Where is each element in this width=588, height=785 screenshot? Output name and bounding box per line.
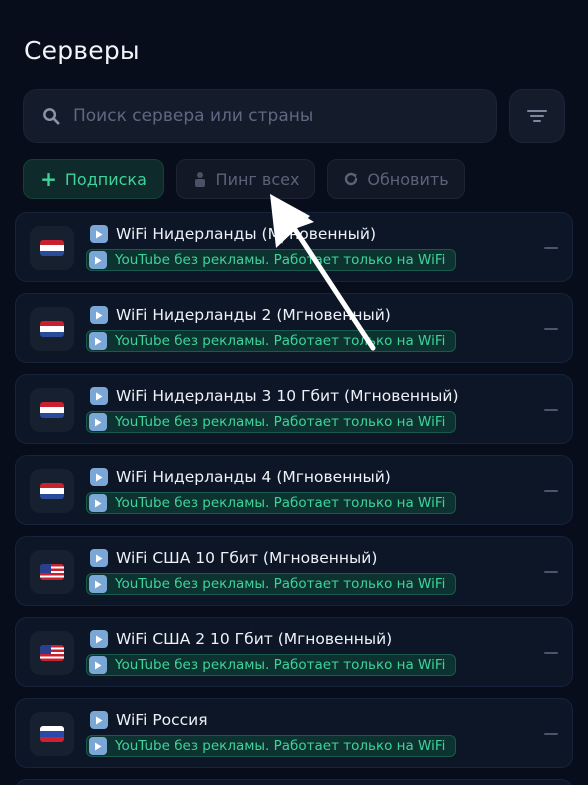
server-tag: YouTube без рекламы. Работает только на …: [86, 654, 457, 676]
usa-flag-icon: [40, 564, 64, 580]
search-input[interactable]: [73, 106, 473, 126]
server-tag-text: YouTube без рекламы. Работает только на …: [115, 576, 446, 592]
usa-flag-icon: [40, 645, 64, 661]
netherlands-flag-icon: [40, 402, 64, 418]
play-button-icon: [89, 737, 107, 755]
play-button-icon: [90, 306, 108, 324]
ping-placeholder-dash: [544, 409, 558, 411]
play-button-icon: [89, 251, 107, 269]
flag-container: [30, 388, 74, 432]
russia-flag-icon: [40, 726, 64, 742]
server-name-row: WiFi Нидерланды (Мгновенный): [90, 225, 376, 243]
server-card-partial[interactable]: [15, 779, 573, 785]
play-button-icon: [90, 225, 108, 243]
server-card[interactable]: WiFi Россия YouTube без рекламы. Работае…: [15, 698, 573, 768]
refresh-label: Обновить: [367, 169, 449, 189]
ping-placeholder-dash: [544, 328, 558, 330]
flag-container: [30, 550, 74, 594]
flag-container: [30, 631, 74, 675]
netherlands-flag-icon: [40, 240, 64, 256]
play-button-icon: [90, 387, 108, 405]
server-tag-text: YouTube без рекламы. Работает только на …: [115, 738, 446, 754]
server-card[interactable]: WiFi Нидерланды (Мгновенный) YouTube без…: [15, 212, 573, 282]
play-button-icon: [90, 549, 108, 567]
server-card[interactable]: WiFi Нидерланды 2 (Мгновенный) YouTube б…: [15, 293, 573, 363]
server-name: WiFi Нидерланды 2 (Мгновенный): [116, 306, 391, 324]
flag-container: [30, 307, 74, 351]
play-button-icon: [89, 575, 107, 593]
ping-all-label: Пинг всех: [215, 169, 300, 189]
server-name: WiFi Нидерланды (Мгновенный): [116, 225, 377, 243]
play-button-icon: [89, 656, 107, 674]
search-icon: [43, 107, 60, 124]
ping-icon: [194, 172, 205, 187]
ping-placeholder-dash: [544, 490, 558, 492]
play-button-icon: [89, 413, 107, 431]
server-tag: YouTube без рекламы. Работает только на …: [86, 330, 457, 352]
server-name-row: WiFi Нидерланды 2 (Мгновенный): [90, 306, 391, 324]
server-card[interactable]: WiFi Нидерланды 3 10 Гбит (Мгновенный) Y…: [15, 374, 573, 444]
flag-container: [30, 226, 74, 270]
ping-all-button[interactable]: Пинг всех: [176, 159, 315, 199]
server-tag: YouTube без рекламы. Работает только на …: [86, 573, 457, 595]
server-name: WiFi Россия: [116, 711, 208, 729]
server-name-row: WiFi Нидерланды 4 (Мгновенный): [90, 468, 391, 486]
search-bar[interactable]: [23, 89, 497, 143]
server-tag: YouTube без рекламы. Работает только на …: [86, 411, 457, 433]
play-button-icon: [90, 630, 108, 648]
server-tag: YouTube без рекламы. Работает только на …: [86, 249, 457, 271]
plus-icon: +: [40, 167, 57, 191]
subscription-label: Подписка: [64, 169, 147, 189]
server-name: WiFi США 2 10 Гбит (Мгновенный): [116, 630, 393, 648]
server-tag-text: YouTube без рекламы. Работает только на …: [115, 252, 446, 268]
ping-placeholder-dash: [544, 652, 558, 654]
filter-lines-icon: [527, 110, 547, 122]
server-card[interactable]: WiFi США 10 Гбит (Мгновенный) YouTube бе…: [15, 536, 573, 606]
netherlands-flag-icon: [40, 321, 64, 337]
server-tag: YouTube без рекламы. Работает только на …: [86, 735, 457, 757]
filter-button[interactable]: [509, 89, 565, 143]
server-name-row: WiFi Россия: [90, 711, 208, 729]
server-name-row: WiFi США 2 10 Гбит (Мгновенный): [90, 630, 392, 648]
flag-container: [30, 712, 74, 756]
refresh-icon: [345, 172, 358, 186]
ping-placeholder-dash: [544, 247, 558, 249]
play-button-icon: [90, 711, 108, 729]
ping-placeholder-dash: [544, 571, 558, 573]
server-tag-text: YouTube без рекламы. Работает только на …: [115, 657, 446, 673]
server-card[interactable]: WiFi Нидерланды 4 (Мгновенный) YouTube б…: [15, 455, 573, 525]
server-card[interactable]: WiFi США 2 10 Гбит (Мгновенный) YouTube …: [15, 617, 573, 687]
server-tag-text: YouTube без рекламы. Работает только на …: [115, 414, 446, 430]
server-tag: YouTube без рекламы. Работает только на …: [86, 492, 457, 514]
play-button-icon: [90, 468, 108, 486]
server-tag-text: YouTube без рекламы. Работает только на …: [115, 495, 446, 511]
server-name-row: WiFi США 10 Гбит (Мгновенный): [90, 549, 377, 567]
page-title: Серверы: [24, 36, 140, 65]
server-name: WiFi Нидерланды 4 (Мгновенный): [116, 468, 391, 486]
play-button-icon: [89, 332, 107, 350]
server-name: WiFi Нидерланды 3 10 Гбит (Мгновенный): [116, 387, 459, 405]
play-button-icon: [89, 494, 107, 512]
server-tag-text: YouTube без рекламы. Работает только на …: [115, 333, 446, 349]
server-name: WiFi США 10 Гбит (Мгновенный): [116, 549, 378, 567]
flag-container: [30, 469, 74, 513]
refresh-button[interactable]: Обновить: [327, 159, 465, 199]
server-name-row: WiFi Нидерланды 3 10 Гбит (Мгновенный): [90, 387, 459, 405]
netherlands-flag-icon: [40, 483, 64, 499]
ping-placeholder-dash: [544, 733, 558, 735]
subscription-button[interactable]: + Подписка: [23, 159, 164, 199]
